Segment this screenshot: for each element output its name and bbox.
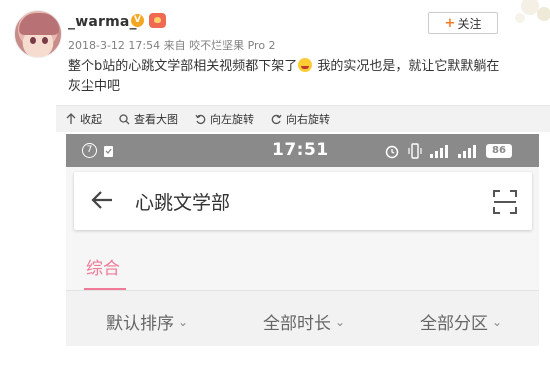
- filter-category-label: 全部分区: [420, 314, 488, 334]
- plus-icon: +: [444, 15, 456, 31]
- signal-icon-2: [458, 145, 476, 158]
- collapse-button[interactable]: 收起: [66, 111, 102, 127]
- post-meta: 2018-3-12 17:54 来自 咬不烂坚果 Pro 2: [68, 39, 276, 52]
- post-text: 整个b站的心跳文学部相关视频都下架了 我的实况也是，就让它默默躺在灰尘中吧: [68, 57, 508, 97]
- image-toolbar: 收起 查看大图 向左旋转 向右旋转: [56, 105, 550, 132]
- avatar-eye: [30, 37, 36, 44]
- username[interactable]: _warma_: [68, 14, 137, 30]
- rotate-left-icon: [195, 114, 206, 124]
- filter-category[interactable]: 全部分区 ⌄: [420, 309, 502, 334]
- vibrate-icon: [408, 143, 422, 159]
- user-avatar[interactable]: [14, 10, 62, 58]
- filter-sort[interactable]: 默认排序 ⌄: [106, 309, 188, 334]
- follow-button[interactable]: + 关注: [428, 12, 498, 34]
- rotate-right-icon: [271, 114, 282, 124]
- collapse-label: 收起: [80, 113, 102, 126]
- rotate-left-label: 向左旋转: [210, 113, 254, 126]
- post-text-part: 整个b站的心跳文学部相关视频都下架了: [68, 59, 298, 74]
- chevron-down-icon: ⌄: [335, 314, 346, 329]
- decoration-flower-icon: [515, 0, 550, 23]
- battery-indicator: 86: [486, 144, 512, 158]
- collapse-icon: [66, 113, 76, 124]
- clipboard-icon: [104, 145, 113, 157]
- signal-icon: [430, 145, 448, 158]
- rotate-left-button[interactable]: 向左旋转: [195, 111, 254, 127]
- filter-bar: 默认排序 ⌄ 全部时长 ⌄ 全部分区 ⌄: [66, 291, 539, 346]
- filter-sort-label: 默认排序: [106, 314, 174, 334]
- status-left: 7: [82, 143, 114, 158]
- back-arrow-icon[interactable]: [90, 189, 114, 211]
- tab-comprehensive[interactable]: 综合: [86, 254, 120, 279]
- view-large-button[interactable]: 查看大图: [119, 111, 178, 127]
- laughing-emoji-icon: [298, 58, 313, 72]
- status-time: 17:51: [272, 140, 329, 160]
- filter-duration-label: 全部时长: [263, 314, 331, 334]
- avatar-hair: [19, 13, 59, 35]
- search-query[interactable]: 心跳文学部: [135, 188, 230, 215]
- chevron-down-icon: ⌄: [492, 314, 503, 329]
- rotate-right-button[interactable]: 向右旋转: [271, 111, 330, 127]
- alarm-icon: [385, 145, 399, 159]
- avatar-eye: [42, 37, 48, 44]
- filter-duration[interactable]: 全部时长 ⌄: [263, 309, 345, 334]
- status-right: 86: [384, 143, 512, 159]
- magnifier-icon: [119, 113, 130, 124]
- follow-label: 关注: [457, 16, 482, 31]
- view-large-label: 查看大图: [134, 113, 178, 126]
- verified-badge-icon: V: [131, 14, 144, 27]
- phone-status-bar: 7 17:51 86: [66, 134, 539, 167]
- chevron-down-icon: ⌄: [178, 314, 189, 329]
- notification-count-badge: 7: [82, 143, 97, 158]
- scan-icon[interactable]: [493, 190, 517, 214]
- rotate-right-label: 向右旋转: [286, 113, 330, 126]
- search-bar[interactable]: 心跳文学部: [74, 172, 532, 230]
- attached-screenshot[interactable]: 7 17:51 86 心跳文学部 综合 默认排序 ⌄ 全部时长 ⌄ 全部分区 ⌄: [66, 134, 539, 366]
- results-area: [66, 346, 539, 366]
- fan-badge-icon: [149, 13, 166, 28]
